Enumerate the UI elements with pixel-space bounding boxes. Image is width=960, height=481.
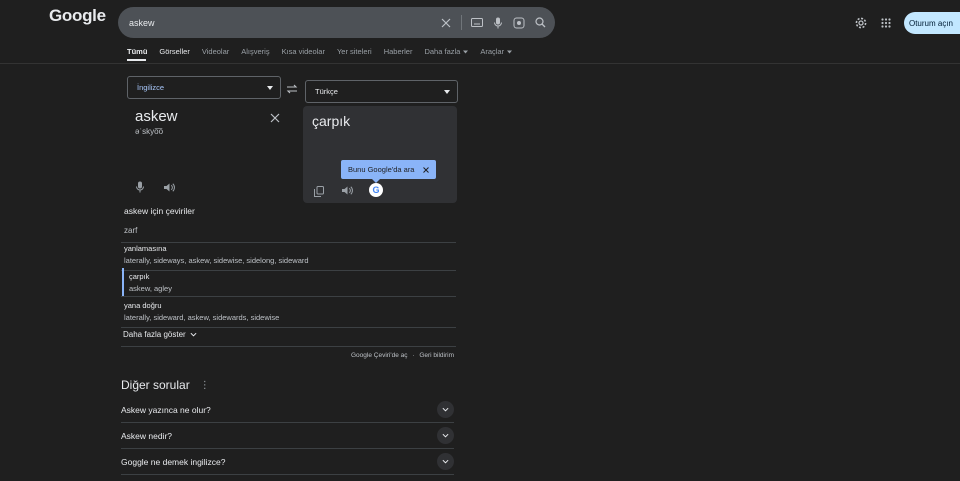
- chevron-down-icon[interactable]: [437, 401, 454, 418]
- lens-camera-icon[interactable]: [513, 17, 525, 29]
- translation-output-box: çarpık Bunu Google'da ara G: [303, 106, 457, 203]
- tab-more[interactable]: Daha fazla: [424, 47, 469, 56]
- divider: [121, 327, 456, 328]
- search-divider: [461, 15, 462, 30]
- footer-separator: ·: [412, 352, 415, 359]
- phonetic-text: əˈskyo͞o: [135, 127, 164, 136]
- tab-places[interactable]: Yer siteleri: [337, 47, 372, 56]
- search-input[interactable]: [129, 17, 440, 28]
- search-bar: [118, 7, 555, 38]
- search-icon[interactable]: [534, 17, 546, 29]
- open-in-translate-link[interactable]: Google Çeviri'de aç: [351, 352, 408, 359]
- feedback-link[interactable]: Geri bildirim: [419, 352, 454, 359]
- divider: [121, 346, 456, 347]
- dropdown-caret-icon: [267, 85, 273, 90]
- tab-all[interactable]: Tümü: [127, 47, 147, 56]
- header-right: Oturum açın: [854, 12, 960, 34]
- source-language-select[interactable]: İngilizce: [127, 76, 281, 99]
- source-language-label: İngilizce: [137, 83, 165, 92]
- target-language-select[interactable]: Türkçe: [305, 80, 458, 103]
- signin-button[interactable]: Oturum açın: [903, 12, 960, 34]
- translations-heading: askew için çeviriler: [124, 206, 195, 216]
- tab-tools-label: Araçlar: [480, 47, 505, 56]
- list-item[interactable]: yanlamasına laterally, sideways, askew, …: [124, 244, 454, 265]
- translate-footer: Google Çeviri'de aç · Geri bildirim: [300, 352, 454, 359]
- question-text: Askew yazınca ne olur?: [121, 404, 211, 415]
- question-item[interactable]: Askew nedir?: [121, 423, 454, 449]
- entry-synonyms: laterally, sideways, askew, sidewise, si…: [124, 256, 309, 265]
- search-tabs: Tümü Görseller Videolar Alışveriş Kısa v…: [127, 47, 513, 56]
- chevron-down-icon[interactable]: [437, 427, 454, 444]
- source-text[interactable]: askew: [135, 108, 178, 125]
- question-item[interactable]: Askew yazınca ne olur?: [121, 397, 454, 423]
- divider: [121, 242, 456, 243]
- entry-word: yanlamasına: [124, 244, 167, 253]
- tab-news[interactable]: Haberler: [384, 47, 413, 56]
- tab-tools[interactable]: Araçlar: [480, 47, 513, 56]
- active-tab-indicator: [127, 59, 146, 61]
- caret-down-icon: [463, 50, 469, 53]
- keyboard-icon[interactable]: [471, 17, 483, 29]
- microphone-icon[interactable]: [136, 180, 146, 193]
- chevron-down-icon: [190, 332, 197, 337]
- tab-shopping[interactable]: Alışveriş: [241, 47, 269, 56]
- entry-word: çarpık: [129, 272, 150, 281]
- tab-videos[interactable]: Videolar: [202, 47, 229, 56]
- chevron-down-icon[interactable]: [437, 453, 454, 470]
- header-divider: [0, 63, 960, 64]
- other-questions-title: Diğer sorular: [121, 378, 190, 392]
- more-options-icon[interactable]: ⋮: [200, 380, 210, 391]
- clear-source-icon[interactable]: [270, 110, 281, 123]
- search-bar-icons: [440, 15, 555, 30]
- speaker-icon[interactable]: [341, 183, 353, 195]
- tab-more-label: Daha fazla: [424, 47, 461, 56]
- tab-images[interactable]: Görseller: [159, 47, 189, 56]
- google-g-icon[interactable]: G: [369, 183, 383, 197]
- google-logo[interactable]: Google: [49, 6, 106, 26]
- list-item-selected[interactable]: çarpık askew, agley: [122, 268, 452, 297]
- entry-word: yana doğru: [124, 301, 162, 310]
- dropdown-caret-icon: [444, 89, 450, 94]
- swap-languages-icon[interactable]: [286, 82, 298, 94]
- other-questions-heading: Diğer sorular ⋮: [121, 378, 210, 392]
- show-more-button[interactable]: Daha fazla göster: [123, 330, 197, 339]
- clear-icon[interactable]: [440, 17, 452, 29]
- question-item[interactable]: Goggle ne demek ingilizce?: [121, 449, 454, 475]
- speaker-icon[interactable]: [163, 180, 175, 192]
- question-text: Askew nedir?: [121, 430, 173, 441]
- target-language-label: Türkçe: [315, 87, 338, 96]
- entry-synonyms: askew, agley: [129, 284, 172, 293]
- caret-down-icon: [507, 50, 513, 53]
- settings-gear-icon[interactable]: [854, 16, 868, 30]
- translated-text[interactable]: çarpık: [312, 113, 350, 129]
- copy-icon[interactable]: [314, 184, 324, 197]
- tooltip-label: Bunu Google'da ara: [348, 165, 415, 174]
- tab-short-videos[interactable]: Kısa videolar: [282, 47, 325, 56]
- part-of-speech: zarf: [124, 226, 138, 235]
- microphone-icon[interactable]: [492, 17, 504, 29]
- show-more-label: Daha fazla göster: [123, 330, 186, 339]
- search-google-tooltip[interactable]: Bunu Google'da ara: [341, 160, 436, 183]
- apps-grid-icon[interactable]: [879, 16, 893, 30]
- close-icon[interactable]: [423, 166, 429, 173]
- divider: [121, 296, 456, 297]
- entry-synonyms: laterally, sideward, askew, sidewards, s…: [124, 313, 280, 322]
- question-text: Goggle ne demek ingilizce?: [121, 456, 226, 467]
- list-item[interactable]: yana doğru laterally, sideward, askew, s…: [124, 301, 454, 322]
